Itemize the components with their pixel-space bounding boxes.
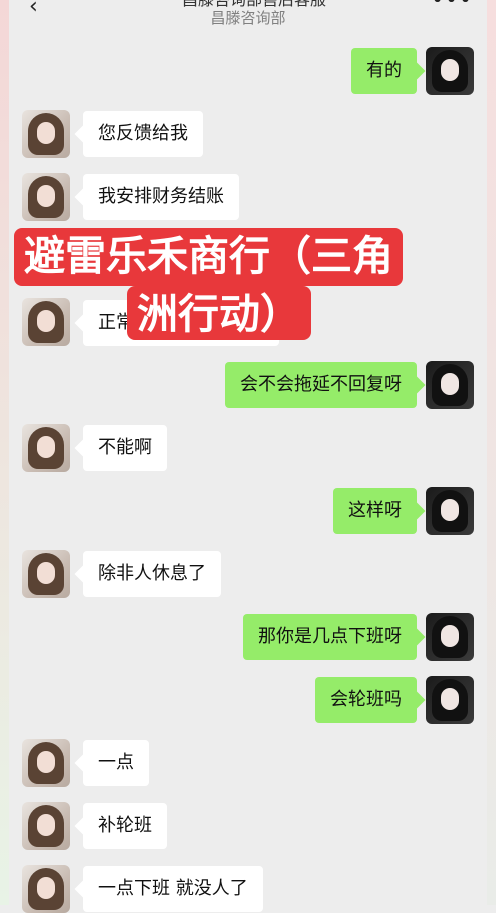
incoming-message: 您反馈给我 xyxy=(83,111,203,157)
more-dots-icon[interactable]: ••• xyxy=(431,0,473,13)
incoming-message: 我安排财务结账 xyxy=(83,174,239,220)
message-text: 一点 xyxy=(98,752,134,773)
message-text: 那你是几点下班呀 xyxy=(258,626,402,647)
incoming-message: 一点 xyxy=(83,740,149,786)
incoming-message: 补轮班 xyxy=(83,803,167,849)
my-avatar[interactable] xyxy=(426,613,474,661)
left-edge-decoration xyxy=(0,0,9,905)
outgoing-message: 那你是几点下班呀 xyxy=(243,614,417,660)
warning-banner-line-1: 避雷乐禾商行（三角 xyxy=(14,228,403,286)
message-text: 不能啊 xyxy=(98,437,152,458)
message-text: 我安排财务结账 xyxy=(98,186,224,207)
outgoing-message: 会轮班吗 xyxy=(315,677,417,723)
outgoing-message: 会不会拖延不回复呀 xyxy=(225,362,417,408)
contact-avatar[interactable] xyxy=(22,739,70,787)
warning-banner-line-2: 洲行动） xyxy=(127,286,311,340)
contact-avatar[interactable] xyxy=(22,865,70,913)
message-text: 一点下班 就没人了 xyxy=(98,878,248,899)
message-text: 您反馈给我 xyxy=(98,123,188,144)
incoming-message: 一点下班 就没人了 xyxy=(83,866,263,912)
message-text: 这样呀 xyxy=(348,500,402,521)
my-avatar[interactable] xyxy=(426,487,474,535)
incoming-message: 不能啊 xyxy=(83,425,167,471)
chat-header: ‹ 昌滕咨询部售后客服 昌滕咨询部 ••• xyxy=(9,0,487,32)
my-avatar[interactable] xyxy=(426,361,474,409)
contact-avatar[interactable] xyxy=(22,110,70,158)
contact-avatar[interactable] xyxy=(22,550,70,598)
outgoing-message: 有的 xyxy=(351,48,417,94)
contact-avatar[interactable] xyxy=(22,298,70,346)
message-text: 补轮班 xyxy=(98,815,152,836)
my-avatar[interactable] xyxy=(426,676,474,724)
message-text: 会不会拖延不回复呀 xyxy=(240,374,402,395)
message-text: 有的 xyxy=(366,60,402,81)
my-avatar[interactable] xyxy=(426,47,474,95)
message-text: 除非人休息了 xyxy=(98,563,206,584)
contact-avatar[interactable] xyxy=(22,424,70,472)
outgoing-message: 这样呀 xyxy=(333,488,417,534)
incoming-message: 除非人休息了 xyxy=(83,551,221,597)
message-text: 会轮班吗 xyxy=(330,689,402,710)
contact-avatar[interactable] xyxy=(22,173,70,221)
right-edge-decoration xyxy=(487,0,496,905)
contact-avatar[interactable] xyxy=(22,802,70,850)
chat-subtitle: 昌滕咨询部 xyxy=(210,9,286,27)
